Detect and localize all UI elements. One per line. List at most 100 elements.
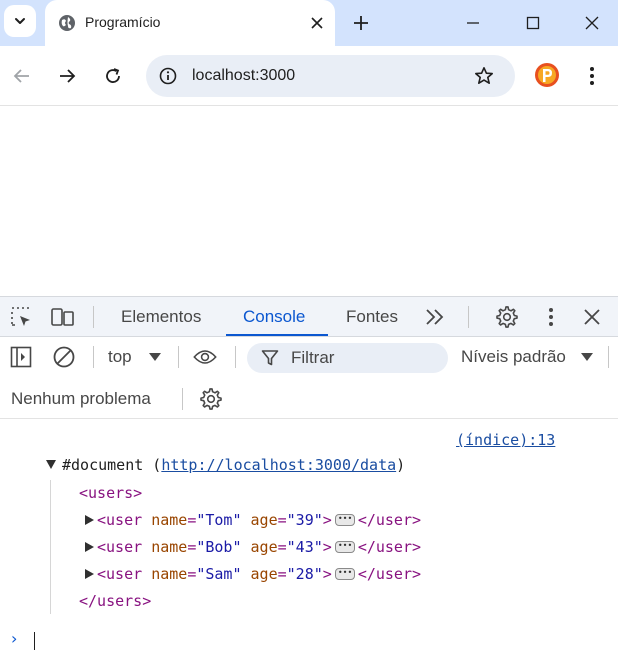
- toolbar-divider: [93, 306, 94, 328]
- document-label: #document: [62, 456, 144, 474]
- toolbar-divider: [468, 306, 469, 328]
- users-open-tag[interactable]: <users>: [79, 483, 142, 503]
- toolbar-divider: [182, 388, 183, 410]
- user-node[interactable]: <user name="Bob" age="43"></user>: [85, 536, 421, 557]
- more-tabs-button[interactable]: [423, 305, 447, 329]
- maximize-button[interactable]: [521, 11, 545, 35]
- clear-console-button[interactable]: [52, 345, 76, 369]
- url-text[interactable]: localhost:3000: [192, 67, 295, 85]
- issues-bar: Nenhum problema: [0, 379, 618, 419]
- bookmark-button[interactable]: [473, 65, 495, 87]
- filter-icon: [261, 350, 279, 366]
- arrow-right-icon: [60, 69, 76, 83]
- minimize-button[interactable]: [461, 11, 485, 35]
- collapse-triangle-icon[interactable]: [85, 542, 94, 552]
- new-tab-button[interactable]: [349, 11, 373, 35]
- ellipsis-icon[interactable]: [334, 563, 355, 583]
- attr-value: "Bob": [196, 538, 242, 556]
- equals: =: [277, 511, 287, 529]
- forward-button[interactable]: [55, 64, 79, 88]
- address-bar[interactable]: localhost:3000: [146, 55, 515, 97]
- tab-close-button[interactable]: [307, 13, 327, 33]
- context-selector[interactable]: top: [108, 347, 132, 367]
- devtools-settings-button[interactable]: [495, 305, 519, 329]
- attr-name: age: [250, 538, 278, 556]
- maximize-icon: [526, 16, 540, 30]
- user-node[interactable]: <user name="Sam" age="28"></user>: [85, 563, 421, 584]
- document-url-link[interactable]: http://localhost:3000/data: [161, 456, 396, 474]
- users-close-tag[interactable]: </users>: [79, 591, 151, 611]
- collapse-triangle-icon[interactable]: [85, 569, 94, 579]
- console-settings-button[interactable]: [199, 387, 223, 411]
- devtools-menu-button[interactable]: [539, 305, 563, 329]
- expand-triangle-icon[interactable]: [46, 460, 56, 469]
- document-node[interactable]: #document (http://localhost:3000/data): [46, 455, 405, 475]
- equals: =: [277, 565, 287, 583]
- attr-name: name: [151, 511, 188, 529]
- tab-search-button[interactable]: [4, 5, 36, 37]
- chevron-down-icon: [15, 18, 25, 24]
- attr-name: name: [151, 538, 188, 556]
- attr-value: "Sam": [196, 565, 242, 583]
- gt: >: [322, 511, 332, 529]
- ellipsis-icon[interactable]: [334, 509, 355, 529]
- gt: >: [322, 565, 332, 583]
- close-icon: [585, 16, 599, 30]
- tab-console[interactable]: Console: [243, 297, 305, 337]
- live-expression-button[interactable]: [193, 345, 217, 369]
- toolbar-divider: [93, 346, 94, 368]
- device-toolbar-button[interactable]: [51, 305, 75, 329]
- sidebar-icon: [10, 346, 32, 368]
- console-toolbar: top Filtrar Níveis padrão: [0, 337, 618, 379]
- info-icon: [159, 67, 177, 85]
- console-output: (índice):13 #document (http://localhost:…: [0, 419, 618, 651]
- devtools-close-button[interactable]: [580, 305, 604, 329]
- ellipsis-icon[interactable]: [334, 536, 355, 556]
- tag-text: </users>: [79, 592, 152, 610]
- log-levels-selector[interactable]: Níveis padrão: [461, 347, 566, 367]
- attr-name: age: [250, 565, 278, 583]
- extension-icon[interactable]: [534, 62, 560, 88]
- browser-menu-button[interactable]: [582, 64, 602, 88]
- reload-icon: [106, 68, 120, 83]
- site-info-button[interactable]: [158, 66, 178, 86]
- collapse-triangle-icon[interactable]: [85, 515, 94, 525]
- toolbar-divider: [235, 346, 236, 368]
- attr-value: "28": [286, 565, 323, 583]
- paren-open: (: [143, 456, 162, 474]
- attr-value: "43": [286, 538, 323, 556]
- issues-status[interactable]: Nenhum problema: [11, 389, 151, 409]
- inspect-icon: [11, 307, 30, 326]
- tag-text: </user>: [357, 511, 422, 529]
- toolbar-divider: [178, 346, 179, 368]
- tab-elements[interactable]: Elementos: [121, 297, 201, 337]
- close-icon: [584, 309, 600, 325]
- plus-icon: [354, 16, 368, 30]
- equals: =: [187, 511, 197, 529]
- browser-toolbar: localhost:3000: [0, 46, 618, 106]
- tag-text: <users>: [79, 484, 143, 502]
- tag-text: <user: [97, 538, 143, 556]
- tag-text: <user: [97, 511, 143, 529]
- paren-close: ): [396, 456, 406, 474]
- filter-input[interactable]: Filtrar: [247, 343, 448, 373]
- source-link[interactable]: (índice):13: [456, 431, 555, 449]
- console-input-caret[interactable]: [34, 632, 35, 650]
- device-icon: [51, 308, 74, 326]
- back-button[interactable]: [10, 64, 34, 88]
- attr-name: name: [151, 565, 188, 583]
- attr-name: age: [250, 511, 278, 529]
- reload-button[interactable]: [101, 64, 125, 88]
- devtools-tab-bar: Elementos Console Fontes: [0, 296, 618, 337]
- tree-guide-line: [50, 480, 51, 614]
- window-close-button[interactable]: [580, 11, 604, 35]
- browser-tab[interactable]: Programício: [45, 0, 335, 46]
- console-prompt-icon: ›: [11, 629, 18, 648]
- eye-icon: [193, 350, 217, 364]
- globe-icon: [59, 15, 75, 31]
- inspect-element-button[interactable]: [9, 305, 33, 329]
- tab-title: Programício: [85, 14, 161, 30]
- sidebar-toggle-button[interactable]: [9, 345, 33, 369]
- tab-sources[interactable]: Fontes: [346, 297, 398, 337]
- user-node[interactable]: <user name="Tom" age="39"></user>: [85, 509, 422, 530]
